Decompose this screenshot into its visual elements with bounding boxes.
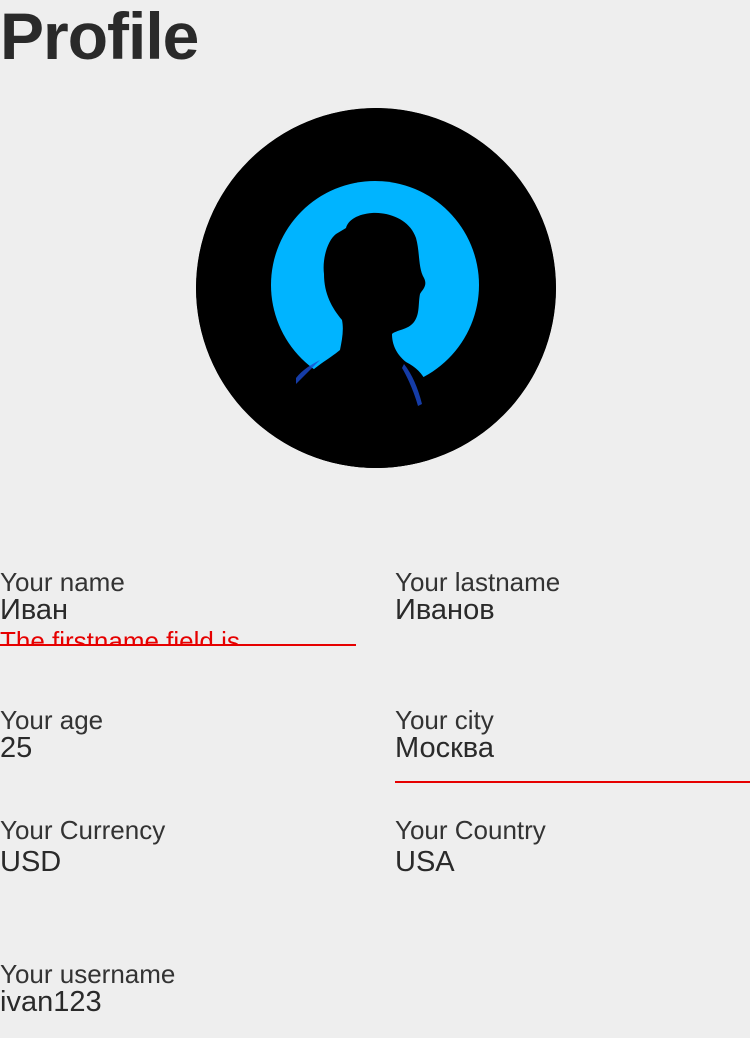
age-input[interactable]: 25 (0, 734, 356, 763)
firstname-label: Your name (0, 567, 125, 597)
city-field[interactable]: Your city Москва (395, 706, 750, 786)
country-label: Your Country (395, 815, 546, 845)
country-input[interactable]: USA (395, 848, 750, 877)
city-underline (395, 781, 750, 783)
page-title: Profile (0, 0, 199, 73)
firstname-field[interactable]: Your name Иван The firstname field is (0, 568, 356, 648)
firstname-error: The firstname field is (0, 626, 240, 646)
firstname-input[interactable]: Иван (0, 596, 356, 625)
lastname-field[interactable]: Your lastname Иванов (395, 568, 750, 628)
person-silhouette-icon (196, 108, 556, 468)
age-field[interactable]: Your age 25 (0, 706, 356, 766)
avatar[interactable] (196, 108, 556, 468)
age-label: Your age (0, 705, 104, 735)
currency-label: Your Currency (0, 815, 166, 845)
lastname-label: Your lastname (395, 567, 561, 597)
username-input[interactable]: ivan123 (0, 988, 356, 1017)
currency-field[interactable]: Your Currency USD (0, 816, 356, 880)
profile-page: Profile Your name Иван The firstname fie… (0, 0, 750, 1038)
lastname-input[interactable]: Иванов (395, 596, 750, 625)
city-label: Your city (395, 705, 494, 735)
country-field[interactable]: Your Country USA (395, 816, 750, 880)
username-field[interactable]: Your username ivan123 (0, 960, 356, 1020)
username-label: Your username (0, 959, 176, 989)
firstname-underline (0, 644, 356, 646)
currency-input[interactable]: USD (0, 848, 356, 877)
city-input[interactable]: Москва (395, 734, 750, 763)
